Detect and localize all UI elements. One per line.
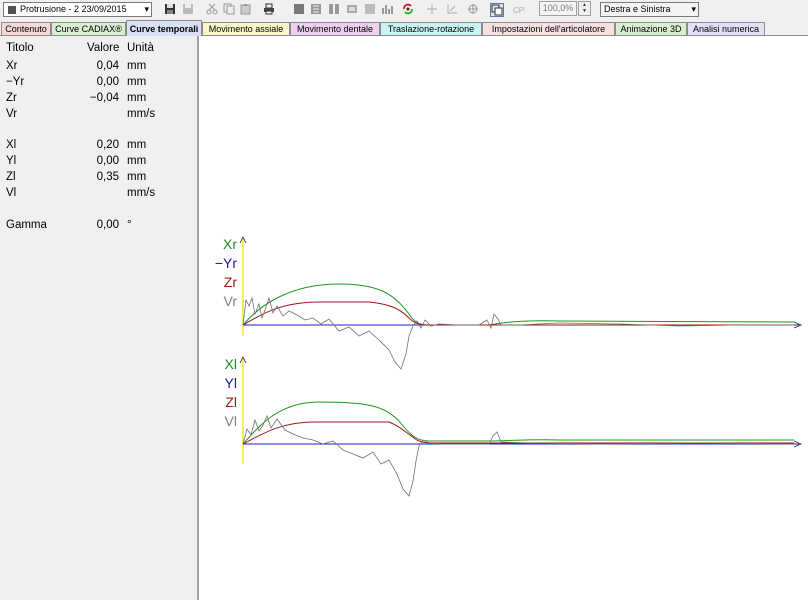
row-title: Vr [6, 108, 18, 120]
tab-traslazione-rotazione[interactable]: Traslazione-rotazione [380, 22, 482, 35]
chevron-down-icon: ▾ [144, 4, 149, 14]
header-title: Titolo [6, 42, 34, 54]
tab-analisi-numerica[interactable]: Analisi numerica [687, 22, 765, 35]
v-trace [242, 296, 794, 370]
layout-4-icon[interactable] [346, 3, 358, 15]
row-unit: mm [127, 76, 147, 88]
tab-label: Traslazione-rotazione [387, 24, 475, 34]
session-color-swatch [8, 6, 16, 14]
row-title: −Yr [6, 76, 25, 88]
layout-1-icon[interactable] [293, 3, 305, 15]
save-as-icon[interactable] [182, 3, 194, 15]
x-trace [242, 401, 794, 445]
tab-curve-cadiax[interactable]: Curve CADIAX® [51, 22, 126, 35]
session-select[interactable]: Protrusione - 2 23/09/2015 ▾ [3, 2, 152, 17]
row-unit: ° [127, 219, 132, 231]
layout-6-icon[interactable] [381, 3, 393, 15]
row-value: 0,00 [96, 76, 119, 88]
axes-icon[interactable] [446, 3, 458, 15]
tab-contenuto[interactable]: Contenuto [1, 22, 51, 35]
tab-label: Movimento assiale [208, 24, 284, 34]
paste-icon[interactable] [240, 3, 252, 15]
row-value: 0,00 [96, 155, 119, 167]
cut-icon[interactable] [206, 3, 218, 15]
x-trace [242, 283, 795, 326]
layout-3-icon[interactable] [328, 3, 340, 15]
z-trace [242, 421, 794, 445]
layout-2-icon[interactable] [310, 3, 322, 15]
refresh-icon[interactable] [402, 3, 414, 15]
session-select-value: Protrusione - 2 23/09/2015 [20, 4, 127, 14]
values-panel: Titolo Valore Unità Xr 0,04 mm −Yr 0,00 … [0, 36, 197, 600]
print-icon[interactable] [263, 3, 275, 15]
row-title: Xl [6, 139, 17, 151]
row-value: 0,20 [96, 139, 119, 151]
tab-label: Impostazioni dell'articolatore [491, 24, 606, 34]
row-value: −0,04 [89, 92, 119, 104]
tab-curve-temporali[interactable]: Curve temporali [126, 20, 202, 36]
row-value: 0,04 [96, 60, 119, 72]
zoom-stepper[interactable]: ▲ ▼ [578, 1, 591, 16]
layout-5-icon[interactable] [364, 3, 376, 15]
chevron-down-icon: ▼ [582, 8, 587, 14]
row-unit: mm/s [127, 108, 156, 120]
row-unit: mm [127, 92, 147, 104]
side-select[interactable]: Destra e Sinistra ▾ [600, 2, 699, 17]
row-title: Vl [6, 187, 17, 199]
row-unit: mm [127, 155, 147, 167]
svg-text:CPM: CPM [513, 6, 525, 15]
left-condyle-chart [239, 356, 803, 497]
tab-animazione-3d[interactable]: Animazione 3D [615, 22, 687, 35]
copy-image-icon[interactable] [490, 3, 504, 17]
tab-bar: Contenuto Curve CADIAX® Curve temporali … [0, 20, 808, 36]
compass-icon[interactable] [467, 3, 479, 15]
row-unit: mm [127, 139, 147, 151]
row-value: 0,00 [96, 219, 119, 231]
crosshair-icon[interactable] [426, 3, 438, 15]
time-curves-svg [239, 236, 803, 497]
copy-icon[interactable] [223, 3, 235, 15]
header-value: Valore [87, 42, 120, 54]
tab-movimento-assiale[interactable]: Movimento assiale [202, 22, 290, 35]
row-title: Zr [6, 92, 17, 104]
tab-label: Curve CADIAX® [55, 24, 122, 34]
chevron-down-icon: ▾ [691, 4, 696, 14]
time-curves-area: Xr −Yr Zr Vr Xl Yl Zl Vl [199, 36, 808, 600]
tab-label: Movimento dentale [296, 24, 374, 34]
right-condyle-chart [239, 236, 803, 370]
save-icon[interactable] [164, 3, 176, 15]
tab-label: Analisi numerica [692, 24, 760, 34]
row-title: Gamma [6, 219, 47, 231]
zoom-input[interactable]: 100,0% [539, 1, 577, 16]
v-trace [242, 414, 795, 497]
row-value: 0,35 [96, 171, 119, 183]
cpm-icon[interactable]: CPM [513, 3, 525, 15]
side-select-value: Destra e Sinistra [604, 4, 671, 14]
tab-label: Curve temporali [129, 24, 199, 34]
row-unit: mm [127, 60, 147, 72]
tab-label: Contenuto [5, 24, 47, 34]
row-title: Zl [6, 171, 16, 183]
toolbar: Protrusione - 2 23/09/2015 ▾ CPM 100,0% … [0, 0, 808, 20]
row-unit: mm [127, 171, 147, 183]
header-unit: Unità [127, 42, 154, 54]
row-title: Yl [6, 155, 17, 167]
row-title: Xr [6, 60, 18, 72]
tab-label: Animazione 3D [620, 24, 682, 34]
tab-impostazioni-articolatore[interactable]: Impostazioni dell'articolatore [482, 22, 615, 35]
row-unit: mm/s [127, 187, 156, 199]
tab-movimento-dentale[interactable]: Movimento dentale [290, 22, 380, 35]
